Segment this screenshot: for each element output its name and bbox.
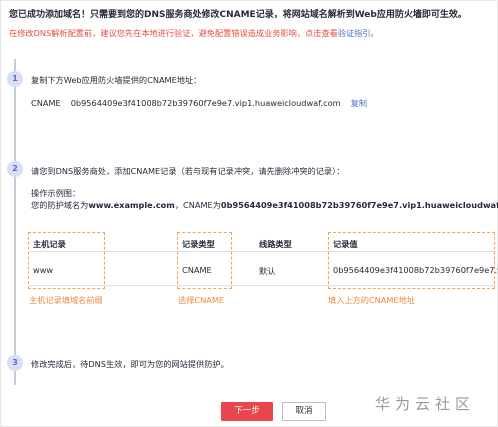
step-connector-4 [14,371,16,385]
step-number-2: 2 [7,161,23,177]
verify-guide-link[interactable]: 验证指引 [338,28,371,38]
cname-row: CNAME 0b9564409e3f41008b72b39760f7e9e7.vi… [31,97,367,109]
highlight-record-type [177,232,232,289]
copy-button[interactable]: 复制 [351,98,367,108]
example-prefix: 您的防护域名为 [31,200,89,210]
example-text: 您的防护域名为www.example.com，CNAME为0b9564409e3… [31,199,498,211]
hint-host-record: 主机记录填域名前缀 [29,295,103,305]
warning-text: 在修改DNS解析配置前，建议您先在本地进行验证，避免配置错误造成业务影响，点击查… [9,28,338,38]
warning-end: 。 [370,28,379,38]
highlight-record-value [328,232,495,289]
step-number-1: 1 [7,71,23,87]
highlight-host-record [28,232,105,289]
example-label: 操作示例图： [31,188,81,198]
dialog-panel: 您已成功添加域名！只需要到您的DNS服务商处修改CNAME记录，将网站域名解析到… [0,0,498,427]
next-button[interactable]: 下一步 [221,402,273,421]
success-title: 您已成功添加域名！只需要到您的DNS服务商处修改CNAME记录，将网站域名解析到… [9,10,467,20]
hint-record-type: 选择CNAME [178,295,225,305]
step-3-text: 修改完成后，待DNS生效，即可为您的网站提供防护。 [31,359,229,369]
hint-record-value: 填入上方的CNAME地址 [328,295,415,305]
step-connector-3 [14,177,16,355]
step-connector-1 [14,59,16,71]
example-cname: 0b9564409e3f41008b72b39760f7e9e7.vip1.hu… [220,200,498,210]
cname-label: CNAME [31,98,61,108]
step-1-text: 复制下方Web应用防火墙提供的CNAME地址： [31,75,202,85]
header-line-type: 线路类型 [259,239,292,249]
cname-value: 0b9564409e3f41008b72b39760f7e9e7.vip1.hu… [70,98,341,108]
example-middle: ，CNAME为 [174,200,221,210]
step-connector-2 [14,87,16,161]
cell-line-type: 默认 [259,266,276,276]
step-number-3: 3 [7,355,23,371]
warning-message: 在修改DNS解析配置前，建议您先在本地进行验证，避免配置错误造成业务影响，点击查… [9,27,379,39]
watermark: 华为云社区 [375,395,476,413]
step-2-text: 请您到DNS服务商处，添加CNAME记录（若与现有记录冲突，请先删除冲突的记录）… [31,166,345,176]
cancel-button[interactable]: 取消 [282,402,326,421]
example-domain: www.example.com [88,200,175,210]
